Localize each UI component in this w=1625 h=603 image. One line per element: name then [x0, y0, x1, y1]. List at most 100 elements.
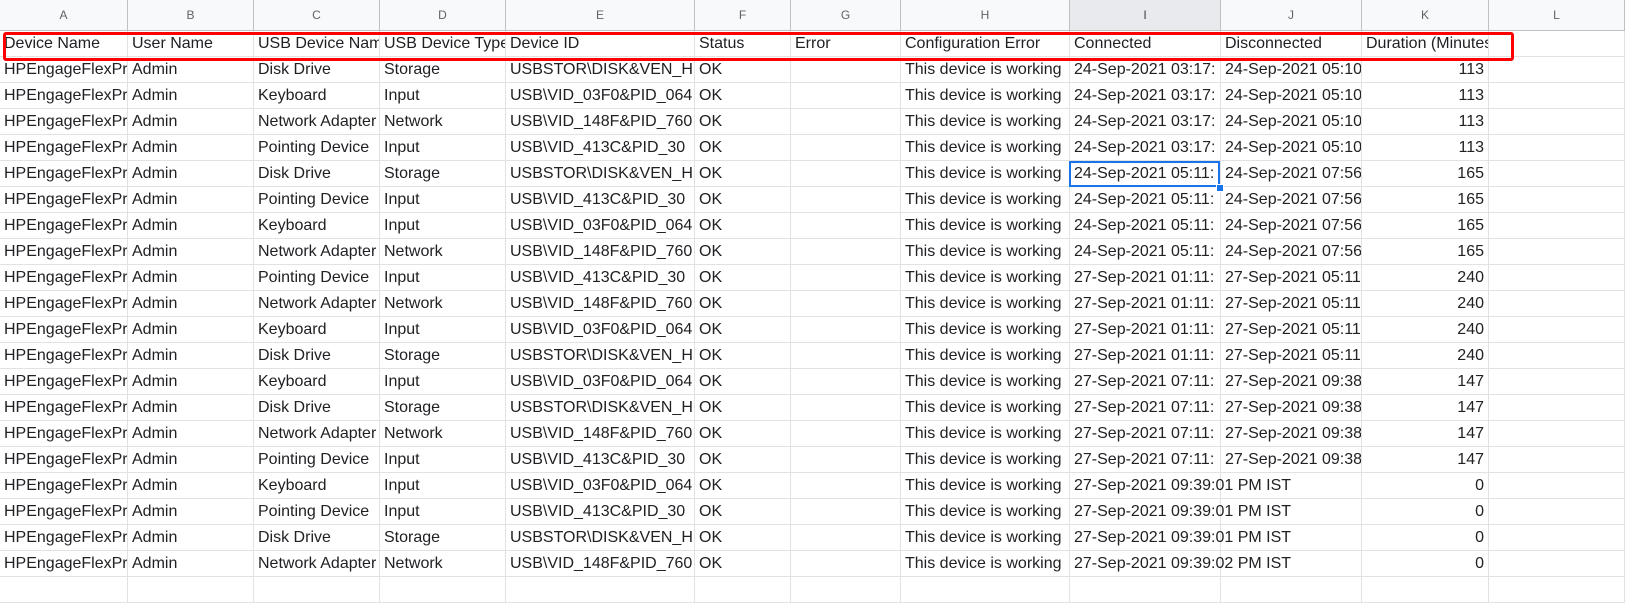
cell-k[interactable]: 0 [1362, 499, 1489, 524]
cell-i[interactable]: 24-Sep-2021 03:17: [1070, 57, 1221, 82]
cell-f[interactable]: OK [695, 265, 791, 290]
cell-a[interactable]: HPEngageFlexPro [0, 551, 128, 576]
cell-g[interactable] [791, 343, 901, 368]
cell-d[interactable]: Input [380, 135, 506, 160]
cell-l[interactable] [1489, 447, 1625, 472]
cell-h[interactable]: This device is working [901, 239, 1070, 264]
cell-d[interactable]: Network [380, 109, 506, 134]
cell-e[interactable]: USB\VID_148F&PID_760 [506, 421, 695, 446]
header-cell-d[interactable]: USB Device Type [380, 31, 506, 56]
cell-g[interactable] [791, 447, 901, 472]
cell-c[interactable]: Pointing Device [254, 447, 380, 472]
cell-j[interactable]: 24-Sep-2021 07:56 [1221, 213, 1362, 238]
cell-h[interactable]: This device is working [901, 213, 1070, 238]
empty-cell-f[interactable] [695, 577, 791, 602]
cell-c[interactable]: Keyboard [254, 473, 380, 498]
cell-h[interactable]: This device is working [901, 135, 1070, 160]
cell-l[interactable] [1489, 109, 1625, 134]
cell-d[interactable]: Input [380, 317, 506, 342]
cell-d[interactable]: Storage [380, 343, 506, 368]
cell-f[interactable]: OK [695, 109, 791, 134]
cell-a[interactable]: HPEngageFlexPro [0, 291, 128, 316]
cell-d[interactable]: Input [380, 213, 506, 238]
header-cell-g[interactable]: Error [791, 31, 901, 56]
empty-cell-d[interactable] [380, 577, 506, 602]
cell-l[interactable] [1489, 291, 1625, 316]
cell-e[interactable]: USB\VID_148F&PID_760 [506, 291, 695, 316]
cell-k[interactable]: 147 [1362, 447, 1489, 472]
cell-e[interactable]: USB\VID_03F0&PID_064 [506, 473, 695, 498]
cell-a[interactable]: HPEngageFlexPro [0, 369, 128, 394]
cell-a[interactable]: HPEngageFlexPro [0, 83, 128, 108]
cell-g[interactable] [791, 499, 901, 524]
cell-c[interactable]: Keyboard [254, 317, 380, 342]
empty-cell-l[interactable] [1489, 577, 1625, 602]
cell-g[interactable] [791, 291, 901, 316]
cell-h[interactable]: This device is working [901, 369, 1070, 394]
cell-l[interactable] [1489, 135, 1625, 160]
cell-a[interactable]: HPEngageFlexPro [0, 395, 128, 420]
cell-k[interactable]: 113 [1362, 135, 1489, 160]
empty-cell-e[interactable] [506, 577, 695, 602]
cell-d[interactable]: Network [380, 239, 506, 264]
cell-d[interactable]: Storage [380, 57, 506, 82]
cell-h[interactable]: This device is working [901, 317, 1070, 342]
cell-i[interactable]: 27-Sep-2021 01:11: [1070, 343, 1221, 368]
cell-f[interactable]: OK [695, 317, 791, 342]
cell-d[interactable]: Input [380, 499, 506, 524]
cell-b[interactable]: Admin [128, 421, 254, 446]
cell-b[interactable]: Admin [128, 447, 254, 472]
cell-i[interactable]: 24-Sep-2021 03:17: [1070, 135, 1221, 160]
cell-c[interactable]: Keyboard [254, 369, 380, 394]
cell-j[interactable]: 24-Sep-2021 05:10 [1221, 135, 1362, 160]
cell-k[interactable]: 147 [1362, 395, 1489, 420]
cell-i[interactable]: 27-Sep-2021 07:11: [1070, 395, 1221, 420]
empty-cell-h[interactable] [901, 577, 1070, 602]
cell-k[interactable]: 240 [1362, 343, 1489, 368]
cell-d[interactable]: Storage [380, 161, 506, 186]
cell-i[interactable]: 24-Sep-2021 03:17: [1070, 109, 1221, 134]
cell-h[interactable]: This device is working [901, 421, 1070, 446]
cell-b[interactable]: Admin [128, 291, 254, 316]
cell-f[interactable]: OK [695, 551, 791, 576]
cell-l[interactable] [1489, 187, 1625, 212]
cell-a[interactable]: HPEngageFlexPro [0, 161, 128, 186]
cell-h[interactable]: This device is working [901, 161, 1070, 186]
header-cell-l[interactable] [1489, 31, 1625, 56]
cell-f[interactable]: OK [695, 473, 791, 498]
cell-b[interactable]: Admin [128, 343, 254, 368]
cell-a[interactable]: HPEngageFlexPro [0, 317, 128, 342]
cell-b[interactable]: Admin [128, 395, 254, 420]
empty-cell-b[interactable] [128, 577, 254, 602]
cell-c[interactable]: Disk Drive [254, 525, 380, 550]
cell-g[interactable] [791, 83, 901, 108]
cell-k[interactable]: 113 [1362, 83, 1489, 108]
cell-d[interactable]: Input [380, 265, 506, 290]
column-header-b[interactable]: B [128, 0, 254, 30]
cell-k[interactable]: 0 [1362, 551, 1489, 576]
cell-f[interactable]: OK [695, 135, 791, 160]
cell-e[interactable]: USB\VID_413C&PID_30 [506, 187, 695, 212]
cell-a[interactable]: HPEngageFlexPro [0, 239, 128, 264]
cell-b[interactable]: Admin [128, 161, 254, 186]
cell-d[interactable]: Input [380, 187, 506, 212]
cell-d[interactable]: Input [380, 369, 506, 394]
cell-i[interactable]: 27-Sep-2021 07:11: [1070, 369, 1221, 394]
cell-a[interactable]: HPEngageFlexPro [0, 499, 128, 524]
cell-h[interactable]: This device is working [901, 343, 1070, 368]
cell-l[interactable] [1489, 57, 1625, 82]
column-header-k[interactable]: K [1362, 0, 1489, 30]
cell-k[interactable]: 0 [1362, 525, 1489, 550]
cell-j[interactable]: 27-Sep-2021 09:38 [1221, 369, 1362, 394]
cell-c[interactable]: Disk Drive [254, 161, 380, 186]
cell-i[interactable]: 27-Sep-2021 09:39:02 PM IST [1070, 551, 1291, 576]
cell-g[interactable] [791, 317, 901, 342]
cell-h[interactable]: This device is working [901, 109, 1070, 134]
cell-l[interactable] [1489, 551, 1625, 576]
cell-c[interactable]: Disk Drive [254, 395, 380, 420]
cell-l[interactable] [1489, 265, 1625, 290]
column-header-f[interactable]: F [695, 0, 791, 30]
cell-e[interactable]: USB\VID_413C&PID_30 [506, 499, 695, 524]
cell-j[interactable]: 27-Sep-2021 09:38 [1221, 447, 1362, 472]
cell-h[interactable]: This device is working [901, 395, 1070, 420]
